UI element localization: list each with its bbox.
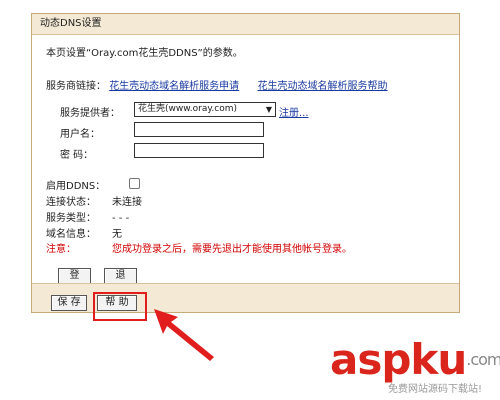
logout-button[interactable]: 退 出 (104, 268, 137, 295)
connection-status-value: 未连接 (112, 197, 142, 208)
register-link[interactable]: 注册... (279, 104, 309, 119)
watermark-logo: aspku.com 免费网站源码下载站! (330, 338, 500, 400)
username-input[interactable] (134, 122, 264, 137)
domain-info-label: 域名信息： (46, 229, 96, 240)
service-links-label: 服务商链接： (46, 81, 106, 92)
provider-select-value: 花生壳(www.oray.com) (138, 104, 237, 114)
watermark-main: aspku.com (330, 335, 500, 384)
ddns-settings-panel: 动态DNS设置 本页设置“Oray.com花生壳DDNS”的参数。 服务商链接：… (31, 13, 460, 313)
service-type-label: 服务类型： (46, 213, 96, 224)
username-label: 用户名： (60, 129, 100, 140)
service-type-row: 服务类型： - - - (46, 209, 129, 224)
pointer-arrow-icon (154, 309, 214, 361)
enable-ddns-label: 启用DDNS： (46, 181, 106, 192)
domain-info-value: 无 (112, 229, 122, 240)
note-row: 注意： 您成功登录之后，需要先退出才能使用其他帐号登录。 (46, 240, 352, 255)
connection-status-row: 连接状态： 未连接 (46, 193, 142, 208)
chevron-down-icon: ▼ (265, 105, 272, 114)
apply-service-link[interactable]: 花生壳动态域名解析服务申请 (109, 81, 239, 92)
save-button[interactable]: 保 存 (51, 295, 87, 311)
domain-info-row: 域名信息： 无 (46, 225, 122, 240)
service-links-row: 服务商链接： 花生壳动态域名解析服务申请 花生壳动态域名解析服务帮助 (46, 77, 388, 92)
password-label: 密 码： (60, 150, 94, 161)
provider-select[interactable]: 花生壳(www.oray.com) ▼ (134, 102, 276, 117)
intro-text: 本页设置“Oray.com花生壳DDNS”的参数。 (46, 48, 243, 59)
service-type-value: - - - (112, 213, 130, 224)
connection-status-label: 连接状态： (46, 197, 96, 208)
service-help-link[interactable]: 花生壳动态域名解析服务帮助 (258, 81, 388, 92)
note-text: 您成功登录之后，需要先退出才能使用其他帐号登录。 (112, 244, 352, 255)
panel-title: 动态DNS设置 (32, 14, 459, 35)
enable-ddns-checkbox[interactable] (129, 178, 140, 189)
help-button-highlight (93, 292, 147, 321)
password-input[interactable] (134, 143, 264, 158)
login-button[interactable]: 登 录 (58, 268, 91, 295)
provider-label: 服务提供者： (60, 108, 120, 119)
watermark-subtitle: 免费网站源码下载站! (388, 384, 483, 395)
note-label: 注意： (46, 244, 76, 255)
